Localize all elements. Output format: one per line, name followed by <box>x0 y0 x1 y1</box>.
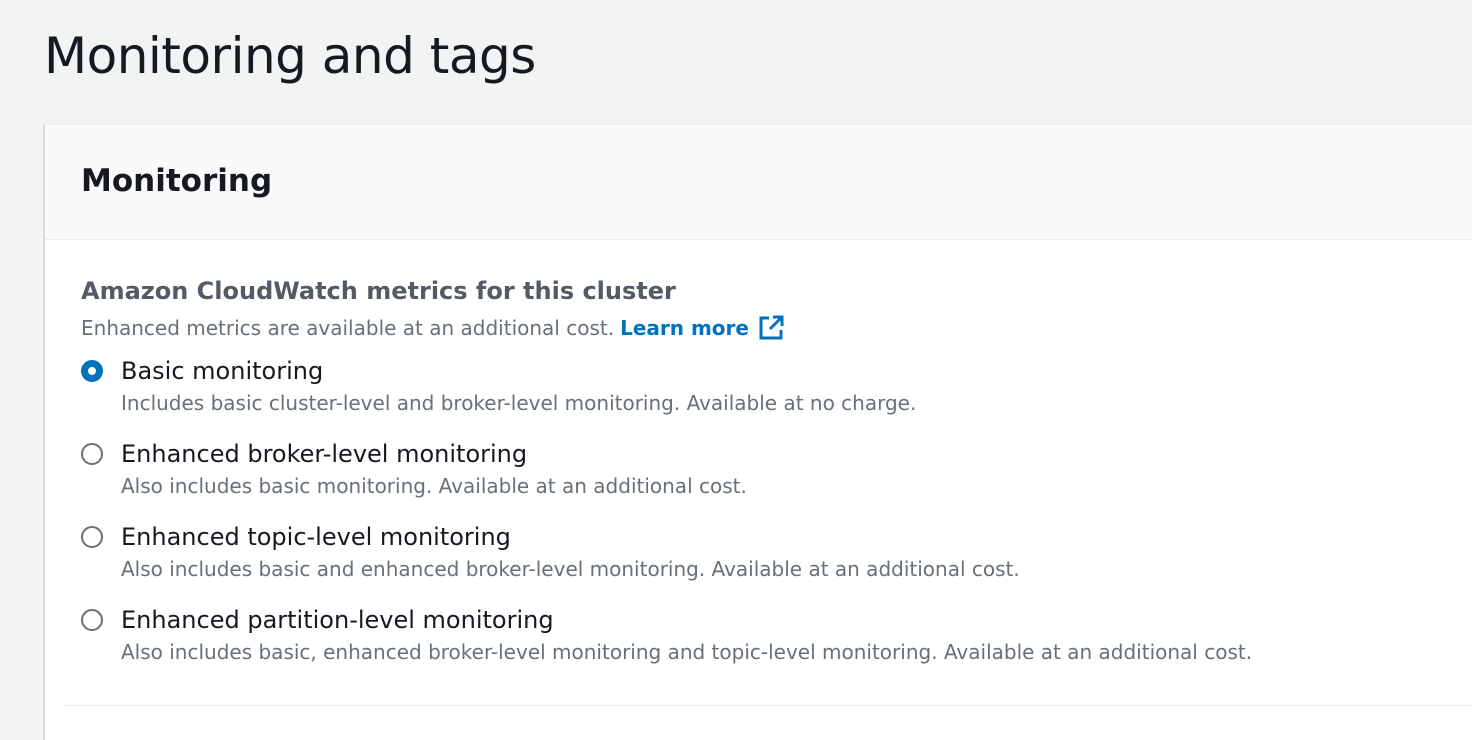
radio-button-enhanced-broker-level[interactable] <box>81 443 103 465</box>
radio-description: Also includes basic monitoring. Availabl… <box>121 474 747 498</box>
field-description-text: Enhanced metrics are available at an add… <box>81 316 615 340</box>
radio-option-basic-monitoring[interactable]: Basic monitoring Includes basic cluster-… <box>81 356 916 416</box>
cloudwatch-metrics-description: Enhanced metrics are available at an add… <box>81 314 785 342</box>
radio-option-enhanced-topic-level-monitoring[interactable]: Enhanced topic-level monitoring Also inc… <box>81 522 1020 582</box>
radio-button-basic-monitoring[interactable] <box>81 360 103 382</box>
radio-label: Enhanced broker-level monitoring <box>121 440 528 468</box>
section-divider <box>63 705 1472 706</box>
learn-more-link[interactable]: Learn more <box>620 314 785 342</box>
monitoring-panel: Monitoring Amazon CloudWatch metrics for… <box>43 124 1472 740</box>
page-title: Monitoring and tags <box>44 27 536 85</box>
radio-option-enhanced-partition-level-monitoring[interactable]: Enhanced partition-level monitoring Also… <box>81 605 1252 665</box>
radio-label: Basic monitoring <box>121 357 324 385</box>
radio-description: Also includes basic, enhanced broker-lev… <box>121 640 1253 664</box>
radio-description: Also includes basic and enhanced broker-… <box>121 557 1020 581</box>
external-link-icon <box>759 315 784 340</box>
panel-heading: Monitoring <box>81 163 273 199</box>
cloudwatch-metrics-label: Amazon CloudWatch metrics for this clust… <box>81 277 676 305</box>
radio-button-enhanced-topic-level[interactable] <box>81 526 103 548</box>
radio-description: Includes basic cluster-level and broker-… <box>121 391 917 415</box>
radio-label: Enhanced topic-level monitoring <box>121 523 511 551</box>
radio-button-enhanced-partition-level[interactable] <box>81 609 103 631</box>
panel-header: Monitoring <box>45 125 1472 240</box>
radio-label: Enhanced partition-level monitoring <box>121 606 554 634</box>
radio-option-enhanced-broker-level-monitoring[interactable]: Enhanced broker-level monitoring Also in… <box>81 439 747 499</box>
learn-more-label: Learn more <box>620 316 749 340</box>
